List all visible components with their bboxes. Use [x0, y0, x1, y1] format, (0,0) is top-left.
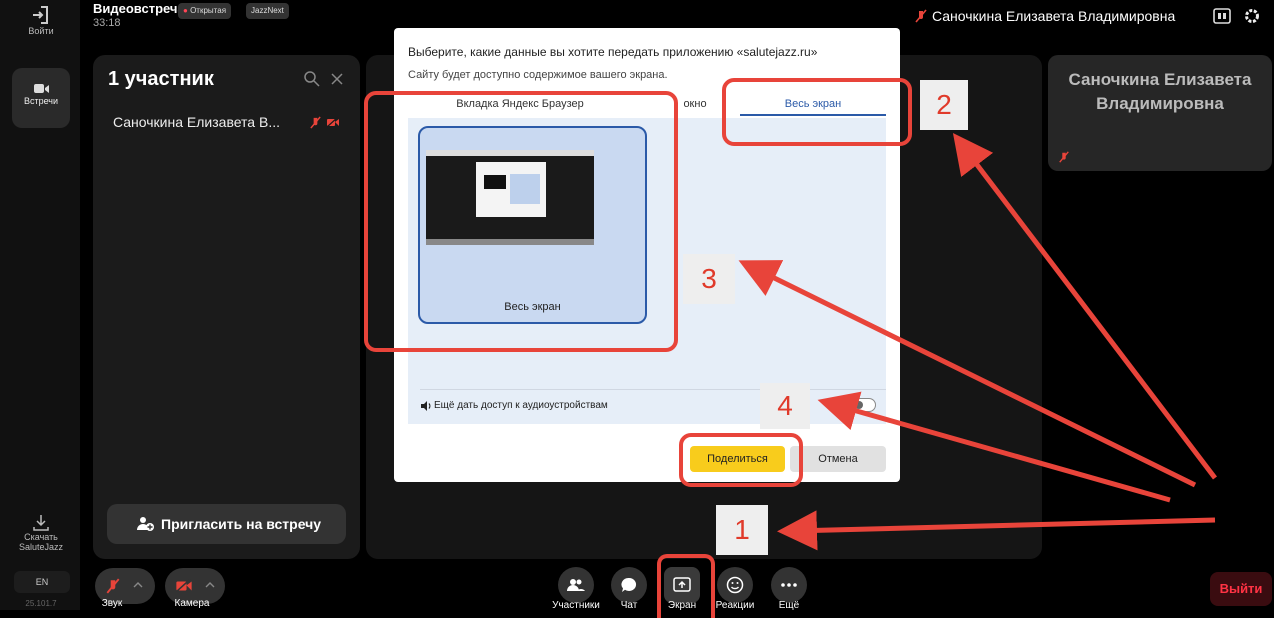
arrow-to-2: [952, 133, 1217, 480]
arrow-to-4: [817, 391, 1171, 503]
arrow-to-1: [777, 510, 1216, 551]
annotation-arrows: [738, 133, 1217, 551]
arrow-to-3: [738, 260, 1197, 488]
